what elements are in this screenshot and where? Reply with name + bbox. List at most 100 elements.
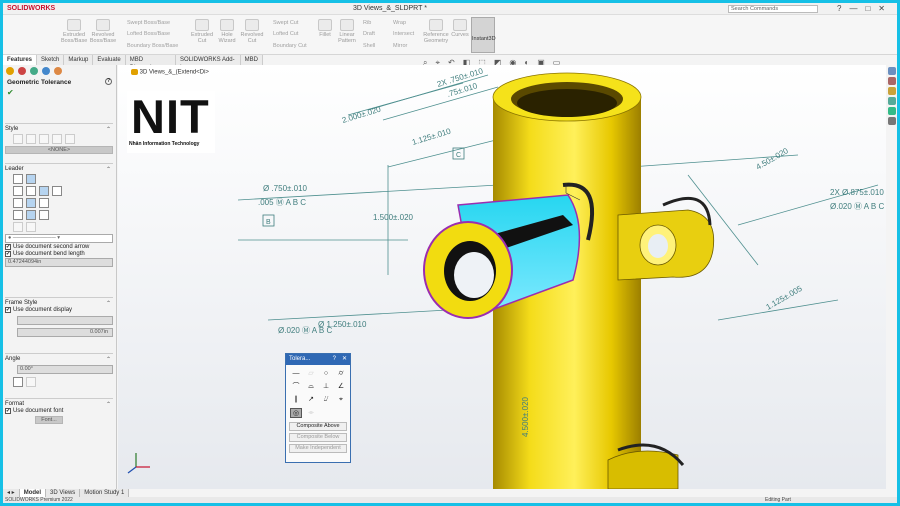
vertical-frame-icon[interactable] xyxy=(26,377,36,387)
auto-leader-icon[interactable] xyxy=(26,186,36,196)
concentricity-symbol[interactable]: ◎ xyxy=(290,408,302,418)
delete-style-icon[interactable] xyxy=(39,134,49,144)
tab-model[interactable]: Model xyxy=(19,489,47,497)
wrap-button[interactable]: Wrap xyxy=(393,20,406,26)
leader-right-icon[interactable] xyxy=(26,198,36,208)
cylindricity-symbol[interactable]: ⌭ xyxy=(335,369,347,379)
graphics-area[interactable]: 2X .750±.010 .75±.010 2.000±.020 1.125±.… xyxy=(118,65,886,489)
profile-line-symbol[interactable]: ⌒ xyxy=(290,382,302,392)
feature-tree-breadcrumb[interactable]: 3D Views_&_(Extend<Di> xyxy=(131,69,209,76)
update-style-icon[interactable] xyxy=(26,134,36,144)
horizontal-frame-icon[interactable] xyxy=(13,377,23,387)
perpendicularity-symbol[interactable]: ⊥ xyxy=(320,382,332,392)
swept-cut-button[interactable]: Swept Cut xyxy=(273,20,298,26)
window-controls[interactable]: ?—□✕ xyxy=(837,4,893,13)
solidworks-resources-icon[interactable] xyxy=(888,67,896,75)
tab-motion-study[interactable]: Motion Study 1 xyxy=(80,489,130,497)
tab-3d-views[interactable]: 3D Views xyxy=(46,489,81,497)
help-icon[interactable]: ? xyxy=(837,4,849,13)
reference-geometry-button[interactable]: Reference Geometry xyxy=(423,19,449,44)
revolved-boss-button[interactable]: Revolved Boss/Base xyxy=(89,19,117,44)
leader-section-header[interactable]: Leader xyxy=(5,166,113,172)
font-button[interactable]: Font... xyxy=(35,416,63,424)
mirror-button[interactable]: Mirror xyxy=(393,43,407,49)
parallelism-symbol[interactable]: ∥ xyxy=(290,395,302,405)
tab-sketch[interactable]: Sketch xyxy=(37,55,65,65)
style-section-header[interactable]: Style xyxy=(5,126,113,132)
use-second-arrow-checkbox[interactable]: ✔ Use document second arrow xyxy=(5,244,113,250)
line-thickness-field[interactable]: 0.007in xyxy=(17,328,113,337)
angle-field[interactable]: 0.00° xyxy=(17,365,113,374)
linear-pattern-button[interactable]: Linear Pattern xyxy=(335,19,359,44)
style-select[interactable]: <NONE> xyxy=(5,146,113,154)
attach-center-icon[interactable] xyxy=(26,210,36,220)
composite-above-button[interactable]: Composite Above xyxy=(289,422,347,431)
tab-evaluate[interactable]: Evaluate xyxy=(93,55,126,65)
property-manager-icon[interactable] xyxy=(18,67,26,75)
lofted-cut-button[interactable]: Lofted Cut xyxy=(273,31,298,37)
tab-mbd[interactable]: MBD xyxy=(240,55,263,65)
flatness-symbol[interactable]: ⏥ xyxy=(305,369,317,379)
add-style-icon[interactable] xyxy=(13,134,23,144)
angle-section-header[interactable]: Angle xyxy=(5,356,113,362)
close-icon[interactable]: ✕ xyxy=(878,4,893,13)
minimize-icon[interactable]: — xyxy=(849,4,865,13)
swept-boss-button[interactable]: Swept Boss/Base xyxy=(127,20,170,26)
circularity-symbol[interactable]: ○ xyxy=(320,369,332,379)
leader-nearest-icon[interactable] xyxy=(39,198,49,208)
multi-jog-leader-icon[interactable] xyxy=(26,174,36,184)
bent-leader-icon[interactable] xyxy=(52,186,62,196)
lofted-boss-button[interactable]: Lofted Boss/Base xyxy=(127,31,170,37)
boundary-cut-button[interactable]: Boundary Cut xyxy=(273,43,307,49)
make-independent-button[interactable]: Make Independent xyxy=(289,444,347,453)
tab-addins[interactable]: SOLIDWORKS Add-Ins xyxy=(175,55,241,71)
curves-button[interactable]: Curves xyxy=(451,19,469,38)
intersect-button[interactable]: Intersect xyxy=(393,31,414,37)
tab-markup[interactable]: Markup xyxy=(64,55,94,65)
leader-icon[interactable] xyxy=(13,174,23,184)
attach-left-icon[interactable] xyxy=(13,210,23,220)
no-leader-icon[interactable] xyxy=(13,186,23,196)
configuration-manager-icon[interactable] xyxy=(30,67,38,75)
feature-manager-icon[interactable] xyxy=(6,67,14,75)
draft-button[interactable]: Draft xyxy=(363,31,375,37)
maximize-icon[interactable]: □ xyxy=(865,4,878,13)
load-style-icon[interactable] xyxy=(65,134,75,144)
appearances-icon[interactable] xyxy=(888,107,896,115)
design-library-icon[interactable] xyxy=(888,77,896,85)
revolved-cut-button[interactable]: Revolved Cut xyxy=(239,19,265,44)
straightness-symbol[interactable]: — xyxy=(290,369,302,379)
popup-help-icon[interactable]: ? xyxy=(333,356,336,362)
tab-features[interactable]: Features xyxy=(3,55,38,65)
arrow-style-select[interactable]: ● ─────────── ▾ xyxy=(5,234,113,243)
attach-right-icon[interactable] xyxy=(39,210,49,220)
custom-properties-icon[interactable] xyxy=(888,117,896,125)
help-icon[interactable]: ? xyxy=(105,78,112,85)
shell-button[interactable]: Shell xyxy=(363,43,375,49)
extruded-cut-button[interactable]: Extruded Cut xyxy=(189,19,215,44)
leader-left-icon[interactable] xyxy=(13,198,23,208)
bend-length-field[interactable]: 0.47244094in xyxy=(5,258,113,267)
ok-checkmark-icon[interactable]: ✔ xyxy=(3,88,116,97)
popup-close-icon[interactable]: ✕ xyxy=(342,355,347,362)
boundary-boss-button[interactable]: Boundary Boss/Base xyxy=(127,43,178,49)
use-doc-font-checkbox[interactable]: ✔ Use document font xyxy=(5,408,113,414)
view-palette-icon[interactable] xyxy=(888,97,896,105)
angularity-symbol[interactable]: ∠ xyxy=(335,382,347,392)
rib-button[interactable]: Rib xyxy=(363,20,371,26)
line-style-select[interactable] xyxy=(17,316,113,325)
use-doc-display-checkbox[interactable]: ✔ Use document display xyxy=(5,307,113,313)
extruded-boss-button[interactable]: Extruded Boss/Base xyxy=(61,19,87,44)
profile-surface-symbol[interactable]: ⌓ xyxy=(305,382,317,392)
dimxpert-icon[interactable] xyxy=(42,67,50,75)
format-section-header[interactable]: Format xyxy=(5,401,113,407)
instant3d-button[interactable]: Instant3D xyxy=(471,17,496,53)
use-bend-length-checkbox[interactable]: ✔ Use document bend length xyxy=(5,251,113,257)
hole-wizard-button[interactable]: Hole Wizard xyxy=(215,19,239,44)
circular-runout-symbol[interactable]: ↗ xyxy=(305,395,317,405)
straight-leader-icon[interactable] xyxy=(39,186,49,196)
tab-nav-arrows[interactable]: ◂ ▸ xyxy=(3,489,20,497)
composite-below-button[interactable]: Composite Below xyxy=(289,433,347,442)
symmetry-symbol[interactable]: ⌯ xyxy=(305,408,317,418)
save-style-icon[interactable] xyxy=(52,134,62,144)
